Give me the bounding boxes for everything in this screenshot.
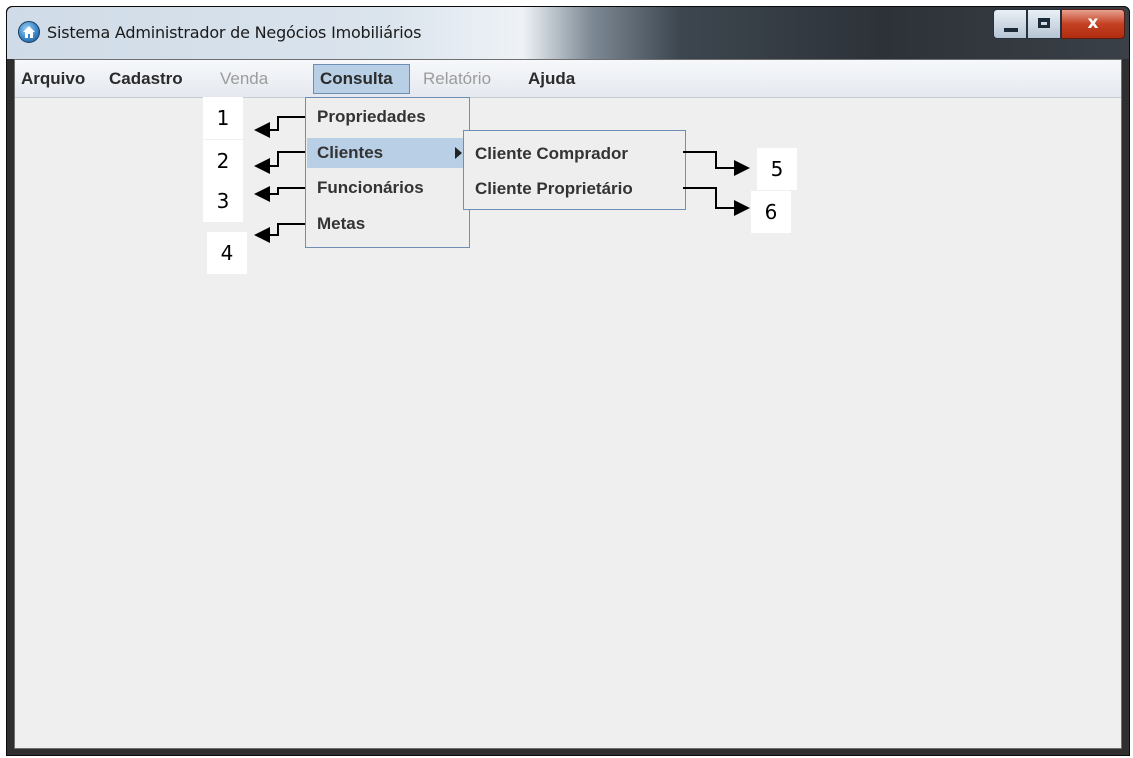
callout-connectors: [254, 116, 750, 243]
connector-4: [254, 223, 305, 243]
connector-6: [683, 187, 750, 216]
connector-1: [254, 116, 305, 138]
connector-5: [683, 151, 750, 176]
connector-3: [254, 186, 305, 202]
connector-2: [254, 151, 305, 174]
